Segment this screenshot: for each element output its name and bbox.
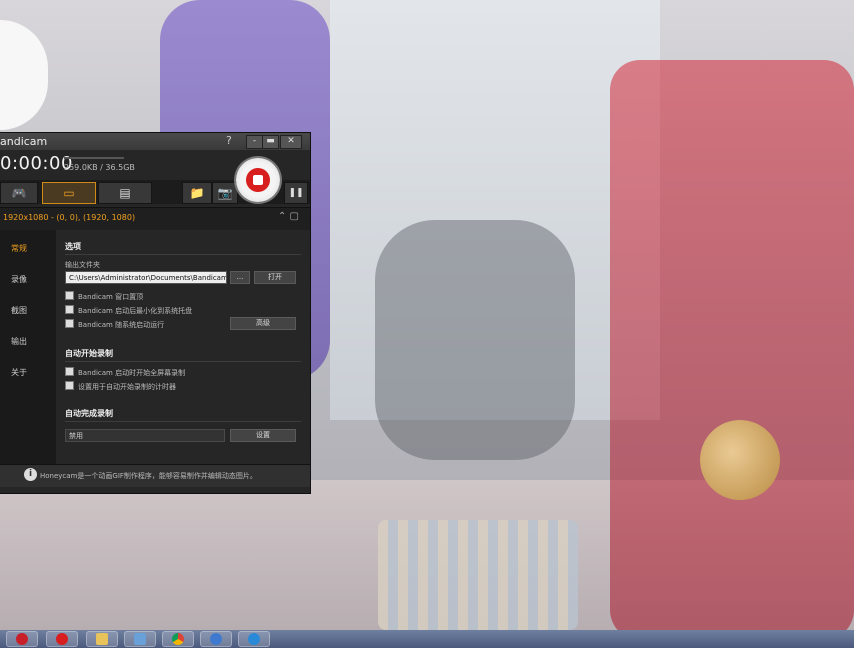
checkbox-label: 设置用于自动开始录制的计时器 — [78, 383, 176, 391]
autocomplete-settings-button[interactable]: 设置 — [230, 429, 296, 442]
background-lamp — [0, 20, 48, 130]
folder-icon[interactable]: 📁 — [182, 182, 212, 204]
checkbox-always-on-top[interactable]: Bandicam 窗口置顶 — [65, 291, 143, 302]
checkbox-run-on-startup[interactable]: Bandicam 随系统启动运行 — [65, 319, 164, 330]
minimize-button[interactable]: - — [246, 135, 263, 149]
checkbox-minimize-tray[interactable]: Bandicam 启动后最小化到系统托盘 — [65, 305, 192, 316]
checkbox-box[interactable] — [65, 319, 74, 328]
options-title: 选项 — [65, 242, 81, 251]
capture-region: 1920x1080 - (0, 0), (1920, 1080) — [3, 213, 136, 222]
autocomplete-title: 自动完成录制 — [65, 409, 113, 418]
background-shape-red — [610, 60, 854, 640]
output-folder-label: 输出文件夹 — [65, 261, 100, 269]
checkbox-label: Bandicam 随系统启动运行 — [78, 321, 165, 329]
device-mode-icon[interactable]: ▤ — [98, 182, 152, 204]
title-bar[interactable]: andicam ? - ▬ ✕ — [0, 133, 310, 150]
taskbar-globe-icon[interactable] — [200, 631, 232, 647]
maximize-button[interactable]: ▬ — [262, 135, 279, 149]
footer-tip-link[interactable]: Honeycam是一个动画GIF制作程序，能够容易制作并编辑动态图片。 — [40, 471, 257, 481]
advanced-button[interactable]: 高级 — [230, 317, 296, 330]
taskbar-chrome-icon[interactable] — [162, 631, 194, 647]
checkbox-label: Bandicam 启动后最小化到系统托盘 — [78, 307, 193, 315]
autocomplete-select[interactable]: 禁用 — [65, 429, 225, 442]
file-size: 259.0KB / 36.5GB — [64, 163, 135, 172]
taskbar-start-icon[interactable] — [6, 631, 38, 647]
output-folder-field[interactable]: C:\Users\Administrator\Documents\Bandica… — [65, 271, 227, 284]
browse-button[interactable]: ... — [230, 271, 250, 284]
footer-bar: i Honeycam是一个动画GIF制作程序，能够容易制作并编辑动态图片。 — [0, 464, 310, 487]
close-button[interactable]: ✕ — [280, 135, 302, 149]
screen-mode-icon[interactable]: ▭ — [42, 182, 96, 204]
checkbox-autostart-timer[interactable]: 设置用于自动开始录制的计时器 — [65, 381, 176, 392]
checkbox-box[interactable] — [65, 367, 74, 376]
bandicam-window: andicam ? - ▬ ✕ 0:00:00 259.0KB / 36.5GB… — [0, 133, 310, 493]
open-folder-button[interactable]: 打开 — [254, 271, 296, 284]
background-shape-chair — [375, 220, 575, 460]
game-mode-icon[interactable]: 🎮 — [0, 182, 38, 204]
sidebar-item-general[interactable]: 常规 — [11, 243, 27, 254]
taskbar-ie-icon[interactable] — [238, 631, 270, 647]
checkbox-autostart-fullscreen[interactable]: Bandicam 启动时开始全屏幕录制 — [65, 367, 185, 378]
pause-icon[interactable]: ❚❚ — [284, 182, 308, 204]
window-title: andicam — [0, 135, 48, 148]
autostart-divider — [65, 361, 301, 362]
checkbox-box[interactable] — [65, 305, 74, 314]
taskbar-bandicam-icon[interactable] — [46, 631, 78, 647]
background-trophy — [700, 420, 780, 500]
resolution-bar: 1920x1080 - (0, 0), (1920, 1080) ⌃ ▢ — [0, 207, 310, 231]
camera-icon[interactable]: 📷 — [212, 182, 238, 204]
region-control-icon[interactable]: ⌃ ▢ — [278, 211, 299, 222]
size-divider — [64, 157, 124, 159]
settings-content: 选项 输出文件夹 C:\Users\Administrator\Document… — [56, 230, 310, 464]
taskbar — [0, 630, 854, 648]
taskbar-explorer-icon[interactable] — [86, 631, 118, 647]
record-stop-icon — [246, 168, 270, 192]
info-icon: i — [24, 468, 37, 481]
recording-timer: 0:00:00 — [0, 153, 73, 174]
autostart-title: 自动开始录制 — [65, 349, 113, 358]
settings-sidebar: 常规 录像 截图 输出 关于 — [0, 230, 56, 464]
checkbox-label: Bandicam 窗口置顶 — [78, 293, 144, 301]
checkbox-label: Bandicam 启动时开始全屏幕录制 — [78, 369, 186, 377]
background-stool — [378, 520, 578, 630]
checkbox-box[interactable] — [65, 381, 74, 390]
sidebar-item-image[interactable]: 截图 — [11, 305, 27, 316]
options-divider — [65, 254, 301, 255]
sidebar-item-output[interactable]: 输出 — [11, 336, 27, 347]
sidebar-item-about[interactable]: 关于 — [11, 367, 27, 378]
autocomplete-divider — [65, 421, 301, 422]
help-button[interactable]: ? — [226, 134, 232, 147]
record-button[interactable] — [236, 158, 280, 202]
checkbox-box[interactable] — [65, 291, 74, 300]
sidebar-item-video[interactable]: 录像 — [11, 274, 27, 285]
taskbar-app-icon[interactable] — [124, 631, 156, 647]
